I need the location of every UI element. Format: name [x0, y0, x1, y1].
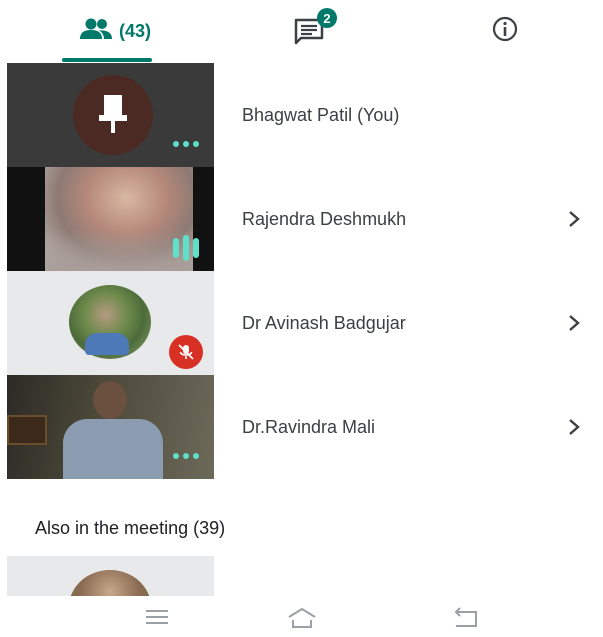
participant-tile	[7, 167, 214, 271]
participant-name: Dr.Ravindra Mali	[242, 416, 376, 437]
menu-icon[interactable]	[143, 606, 171, 633]
avatar	[69, 570, 151, 596]
people-count: (43)	[118, 20, 151, 41]
back-icon[interactable]	[450, 606, 482, 635]
tab-people[interactable]: (43)	[50, 0, 180, 62]
info-icon	[491, 15, 519, 48]
chevron-right-icon[interactable]	[567, 375, 581, 479]
people-icon	[79, 17, 113, 46]
chat-badge: 2	[317, 8, 337, 28]
avatar-shirt	[85, 333, 129, 355]
tab-info[interactable]	[470, 0, 540, 62]
participant-name: Rajendra Deshmukh	[242, 208, 407, 229]
participant-list: Bhagwat Patil (You) Rajendra Deshmukh Dr…	[7, 63, 603, 479]
tab-bar: (43) 2	[0, 0, 603, 62]
participant-name: Bhagwat Patil (You)	[242, 104, 400, 125]
active-tab-indicator	[62, 58, 152, 62]
system-nav-bar	[0, 596, 603, 637]
pin-icon	[93, 91, 133, 142]
participant-row[interactable]: Bhagwat Patil (You)	[7, 63, 603, 167]
more-options-dots[interactable]	[173, 453, 199, 459]
participant-row[interactable]: Dr.Ravindra Mali	[7, 375, 603, 479]
participant-tile	[7, 271, 214, 375]
chevron-right-icon[interactable]	[567, 167, 581, 271]
participant-row[interactable]: Rajendra Deshmukh	[7, 167, 603, 271]
speaking-indicator	[173, 235, 199, 261]
video-person-head	[93, 381, 127, 419]
participant-tile	[7, 375, 214, 479]
participant-row[interactable]: Dr Avinash Badgujar	[7, 271, 603, 375]
video-frame-object	[7, 415, 47, 445]
video-person-body	[63, 419, 163, 479]
more-options-dots[interactable]	[173, 141, 199, 147]
chat-icon: 2	[293, 8, 337, 46]
participant-tile	[7, 63, 214, 167]
video-feed-shadow	[45, 229, 193, 271]
participant-tile[interactable]	[7, 556, 214, 596]
home-icon[interactable]	[286, 606, 318, 635]
mic-off-icon	[169, 335, 203, 369]
chevron-right-icon[interactable]	[567, 271, 581, 375]
also-in-meeting-heading: Also in the meeting (39)	[35, 518, 226, 538]
tab-chat[interactable]: 2	[265, 0, 355, 62]
participant-name: Dr Avinash Badgujar	[242, 312, 406, 333]
